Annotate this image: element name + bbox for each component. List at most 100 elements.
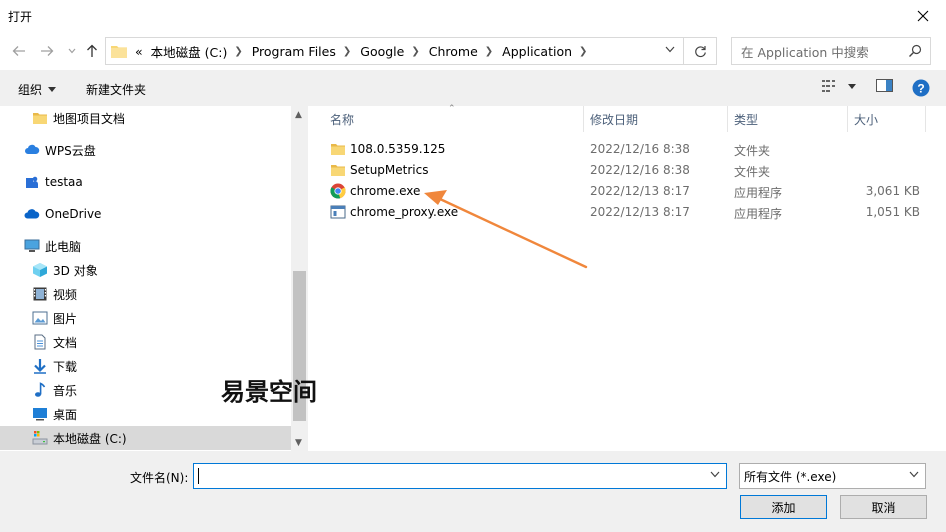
- drive-icon: [32, 431, 48, 445]
- file-name: chrome_proxy.exe: [350, 205, 459, 219]
- file-size: 1,051 KB: [865, 205, 920, 219]
- breadcrumb-overflow[interactable]: «: [135, 38, 143, 64]
- breadcrumb-item[interactable]: Chrome ❯: [429, 38, 502, 64]
- cancel-button[interactable]: 取消: [840, 495, 927, 519]
- change-view-button[interactable]: [821, 79, 856, 93]
- column-label: 大小: [854, 112, 879, 127]
- file-date: 2022/12/16 8:38: [590, 142, 690, 156]
- chevron-right-icon[interactable]: ❯: [411, 46, 419, 57]
- up-button[interactable]: [83, 41, 101, 61]
- folder-icon: [33, 113, 47, 124]
- file-row[interactable]: SetupMetrics 2022/12/16 8:38 文件夹: [308, 160, 946, 181]
- nav-item-label: 下载: [53, 359, 78, 374]
- arrow-left-icon: [12, 46, 25, 56]
- help-icon: ?: [912, 79, 930, 97]
- breadcrumb-item[interactable]: 本地磁盘 (C:) ❯: [151, 38, 252, 64]
- pictures-icon: [32, 311, 48, 325]
- file-row[interactable]: 108.0.5359.125 2022/12/16 8:38 文件夹: [308, 139, 946, 160]
- open-button[interactable]: 添加: [740, 495, 827, 519]
- chrome-icon: [330, 183, 346, 199]
- breadcrumb-item[interactable]: Google ❯: [360, 38, 428, 64]
- nav-item-wps-cloud[interactable]: WPS云盘: [0, 138, 291, 162]
- chevron-down-icon: [710, 471, 720, 478]
- help-button[interactable]: ?: [912, 79, 930, 97]
- nav-item-label: WPS云盘: [45, 143, 96, 158]
- caret-down-icon: [848, 83, 856, 89]
- new-folder-label: 新建文件夹: [86, 83, 147, 97]
- 3d-objects-icon: [33, 263, 47, 277]
- nav-item-label: 图片: [53, 311, 78, 326]
- filename-history-button[interactable]: [710, 470, 720, 481]
- arrow-right-icon: [41, 46, 54, 56]
- new-folder-button[interactable]: 新建文件夹: [86, 81, 146, 98]
- address-bar[interactable]: « 本地磁盘 (C:) ❯ Program Files ❯ Google ❯ Chro…: [105, 37, 684, 65]
- forward-button[interactable]: [38, 41, 56, 61]
- address-dropdown-button[interactable]: [665, 45, 675, 56]
- column-label: 修改日期: [590, 112, 639, 127]
- chevron-down-icon: [909, 470, 919, 481]
- organize-button[interactable]: 组织: [18, 81, 57, 98]
- chevron-right-icon[interactable]: ❯: [234, 46, 242, 57]
- filename-input[interactable]: [193, 463, 727, 489]
- dialog-footer: 文件名(N): 所有文件 (*.exe) 添加 取消: [0, 451, 946, 532]
- nav-item-local-disk-c[interactable]: 本地磁盘 (C:): [0, 426, 291, 450]
- chevron-right-icon[interactable]: ❯: [485, 46, 493, 57]
- nav-item-pictures[interactable]: 图片: [0, 306, 291, 330]
- open-label: 添加: [771, 500, 796, 515]
- column-header-date[interactable]: 修改日期: [584, 106, 728, 132]
- close-button[interactable]: [900, 0, 946, 32]
- close-icon: [917, 10, 929, 22]
- column-header-type[interactable]: 类型: [728, 106, 848, 132]
- nav-item-label: 视频: [53, 287, 78, 302]
- chevron-right-icon[interactable]: ❯: [579, 46, 587, 57]
- chevron-right-icon[interactable]: ❯: [343, 46, 351, 57]
- nav-item-label: 3D 对象: [53, 263, 98, 278]
- file-row[interactable]: chrome.exe 2022/12/13 8:17 应用程序 3,061 KB: [308, 181, 946, 202]
- nav-item-label: OneDrive: [45, 207, 102, 221]
- watermark-text: 易景空间: [221, 377, 317, 406]
- file-name: chrome.exe: [350, 184, 421, 198]
- nav-item-testaa[interactable]: testaa: [0, 170, 291, 194]
- nav-item-label: 此电脑: [45, 239, 82, 254]
- search-input[interactable]: 在 Application 中搜索: [731, 37, 931, 65]
- command-bar: 组织 新建文件夹 ?: [0, 70, 946, 106]
- file-row[interactable]: chrome_proxy.exe 2022/12/13 8:17 应用程序 1,…: [308, 202, 946, 223]
- computer-icon: [24, 239, 40, 252]
- breadcrumb-item[interactable]: Application ❯: [502, 38, 596, 64]
- nav-item-label: 文档: [53, 335, 78, 350]
- search-icon: [909, 44, 922, 57]
- caret-down-icon: [48, 87, 57, 92]
- search-placeholder: 在 Application 中搜索: [741, 44, 869, 60]
- scroll-up-icon[interactable]: ▲: [295, 110, 302, 120]
- file-type: 文件夹: [734, 144, 771, 158]
- navigation-bar: « 本地磁盘 (C:) ❯ Program Files ❯ Google ❯ Chro…: [0, 32, 946, 70]
- column-header-name[interactable]: 名称: [324, 106, 584, 132]
- column-header-size[interactable]: 大小: [848, 106, 926, 132]
- video-icon: [33, 287, 47, 301]
- nav-item-map-docs[interactable]: 地图项目文档: [0, 106, 291, 130]
- onedrive-icon: [24, 209, 40, 219]
- view-list-icon: [822, 80, 835, 92]
- desktop-icon: [33, 408, 47, 421]
- recent-locations-button[interactable]: [63, 41, 81, 61]
- back-button[interactable]: [10, 41, 28, 61]
- nav-item-documents[interactable]: 文档: [0, 330, 291, 354]
- preview-pane-button[interactable]: [876, 79, 893, 92]
- file-type-select[interactable]: 所有文件 (*.exe): [739, 463, 926, 489]
- nav-item-label: 地图项目文档: [53, 111, 126, 126]
- crumb-label: 本地磁盘 (C:): [150, 44, 228, 60]
- nav-item-3d-objects[interactable]: 3D 对象: [0, 258, 291, 282]
- refresh-button[interactable]: [684, 37, 717, 65]
- file-type: 应用程序: [734, 186, 783, 200]
- breadcrumb-item[interactable]: Program Files ❯: [252, 38, 361, 64]
- nav-item-onedrive[interactable]: OneDrive: [0, 202, 291, 226]
- file-type: 文件夹: [734, 165, 771, 179]
- nav-item-label: testaa: [45, 175, 83, 189]
- crumb-label: Chrome: [428, 43, 478, 59]
- nav-item-videos[interactable]: 视频: [0, 282, 291, 306]
- crumb-label: Program Files: [251, 43, 336, 59]
- refresh-icon: [694, 45, 706, 57]
- file-list: ⌃ 名称 修改日期 类型 大小 108.0.5359.125 2022/12/1…: [308, 104, 946, 451]
- nav-item-this-pc[interactable]: 此电脑: [0, 234, 291, 258]
- scroll-down-icon[interactable]: ▼: [295, 438, 302, 448]
